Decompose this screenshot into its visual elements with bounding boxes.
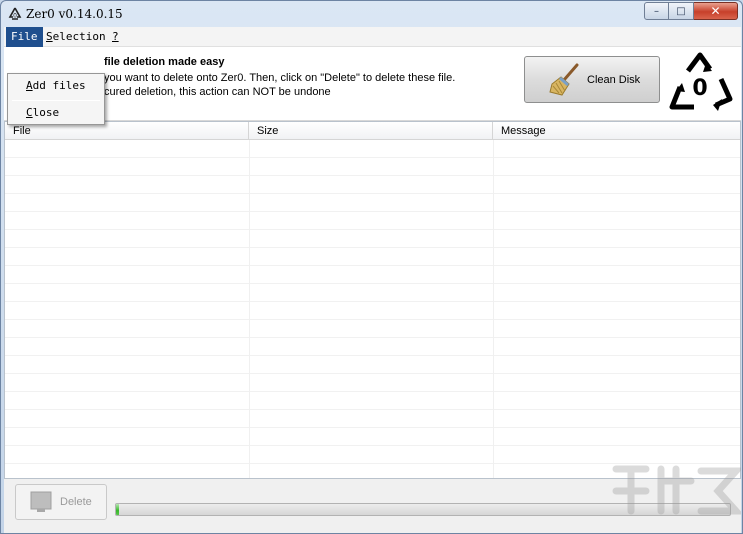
window-title: Zer0 v0.14.0.15 [26, 7, 123, 21]
delete-disk-icon [30, 491, 52, 512]
watermark-logo-icon [612, 465, 741, 515]
close-hotkey: C [26, 106, 33, 119]
menu-bar: File Selection ? [4, 27, 741, 47]
add-files-rest: dd files [32, 79, 86, 92]
header-instruction: you want to delete onto Zer0. Then, clic… [104, 72, 456, 84]
menu-help[interactable]: ? [107, 27, 124, 47]
file-list-view[interactable]: File Size Message [4, 121, 741, 479]
column-divider [493, 140, 494, 478]
menu-selection-hotkey: S [46, 30, 53, 43]
header-warning: cured deletion, this action can NOT be u… [104, 86, 331, 98]
menu-selection-rest: election [52, 30, 106, 43]
recycle-icon: 0 [8, 7, 22, 20]
menu-help-label: ? [112, 30, 119, 43]
client-area: File Selection ? file deletion made easy… [4, 27, 741, 533]
menu-file[interactable]: File [6, 27, 43, 47]
progress-fill [116, 504, 120, 515]
clean-disk-button[interactable]: Clean Disk [524, 56, 660, 103]
delete-button[interactable]: Delete [15, 484, 107, 520]
broom-icon [549, 63, 579, 96]
zer0-logo-icon: 0 [669, 52, 733, 111]
menu-item-add-files[interactable]: Add files [8, 76, 104, 96]
file-menu-dropdown: Add files Close [7, 73, 105, 125]
header-title: file deletion made easy [104, 56, 225, 68]
maximize-button[interactable]: □ [669, 2, 694, 20]
column-message[interactable]: Message [493, 122, 740, 140]
title-bar[interactable]: 0 Zer0 v0.14.0.15 – □ ✕ [1, 1, 742, 27]
svg-text:0: 0 [13, 13, 17, 20]
close-rest: lose [32, 106, 60, 119]
menu-selection[interactable]: Selection [41, 27, 111, 47]
header-panel: file deletion made easy you want to dele… [4, 47, 741, 121]
app-window: 0 Zer0 v0.14.0.15 – □ ✕ File Selection ?… [0, 0, 743, 534]
add-files-hotkey: A [26, 79, 33, 92]
column-size[interactable]: Size [249, 122, 493, 140]
column-divider [249, 140, 250, 478]
window-controls: – □ ✕ [644, 2, 738, 20]
close-button[interactable]: ✕ [694, 2, 738, 20]
menu-file-rest: ile [17, 30, 38, 43]
list-rows [5, 140, 740, 478]
list-header: File Size Message [5, 122, 740, 140]
minimize-button[interactable]: – [644, 2, 669, 20]
menu-item-close[interactable]: Close [8, 103, 104, 123]
clean-disk-label: Clean Disk [587, 73, 641, 86]
menu-separator [12, 100, 100, 101]
delete-label: Delete [60, 496, 92, 508]
menu-file-hotkey: F [11, 30, 18, 43]
logo-digit: 0 [692, 76, 707, 101]
